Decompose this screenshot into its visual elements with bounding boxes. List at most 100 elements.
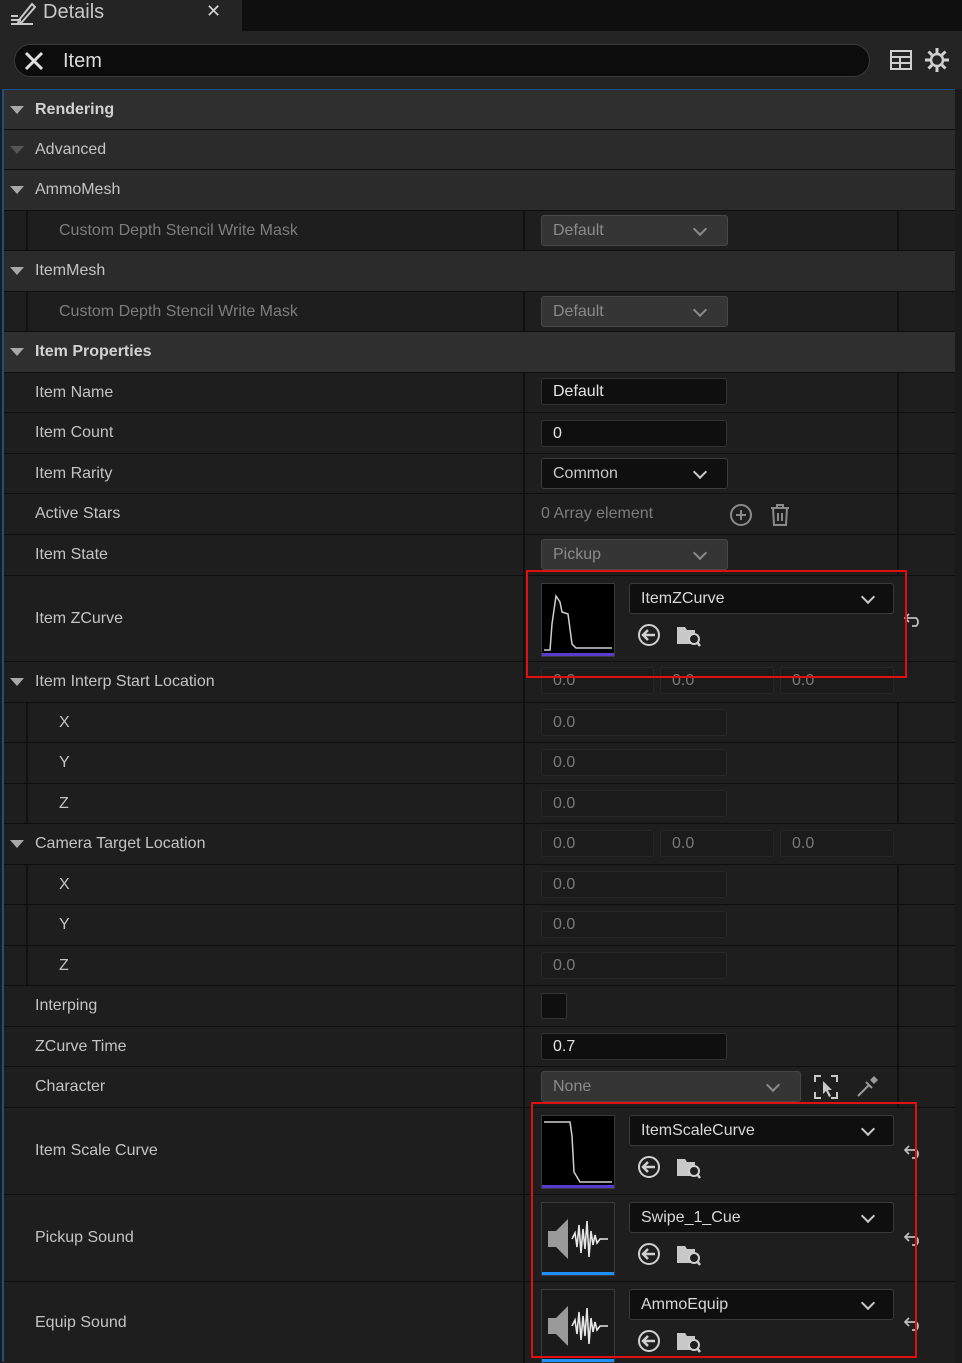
stencil-mask-dropdown[interactable]: Default xyxy=(541,215,728,246)
stencil-mask-dropdown[interactable]: Default xyxy=(541,296,728,327)
vector-z-field[interactable]: 0.0 xyxy=(780,830,894,857)
category-advanced[interactable]: Advanced xyxy=(4,130,955,170)
interping-checkbox[interactable] xyxy=(541,993,567,1019)
expand-arrow-icon[interactable] xyxy=(10,678,24,686)
character-dropdown[interactable]: None xyxy=(541,1071,801,1102)
column-divider[interactable] xyxy=(523,211,525,250)
column-divider[interactable] xyxy=(523,535,525,575)
zcurve-time-field[interactable]: 0.7 xyxy=(541,1033,727,1060)
category-ammomesh[interactable]: AmmoMesh xyxy=(4,170,955,211)
dropdown-value: Common xyxy=(553,465,618,482)
use-selected-icon[interactable] xyxy=(636,1241,662,1267)
use-selected-icon[interactable] xyxy=(636,1328,662,1354)
browse-asset-icon[interactable] xyxy=(675,1328,701,1354)
eyedropper-icon[interactable] xyxy=(854,1074,880,1100)
column-divider[interactable] xyxy=(523,494,525,534)
expand-arrow-icon[interactable] xyxy=(10,840,24,848)
column-divider[interactable] xyxy=(523,292,525,331)
expand-arrow-icon[interactable] xyxy=(10,186,24,194)
field-value: 0.0 xyxy=(553,957,576,974)
y-value-field[interactable]: 0.0 xyxy=(541,749,727,776)
column-divider[interactable] xyxy=(523,413,525,453)
column-divider[interactable] xyxy=(523,1067,525,1107)
vector-z-field[interactable]: 0.0 xyxy=(780,667,894,694)
y-value-field[interactable]: 0.0 xyxy=(541,911,727,938)
sound-thumbnail[interactable] xyxy=(541,1202,615,1276)
curve-thumbnail[interactable] xyxy=(541,583,615,657)
category-item-properties[interactable]: Item Properties xyxy=(4,332,955,373)
property-row-ammomesh-stencil: Custom Depth Stencil Write Mask Default xyxy=(4,211,955,251)
column-divider[interactable] xyxy=(523,824,525,864)
browse-asset-icon[interactable] xyxy=(675,622,701,648)
property-row-itemmesh-stencil: Custom Depth Stencil Write Mask Default xyxy=(4,292,955,332)
asset-name: ItemZCurve xyxy=(641,590,725,607)
browse-asset-icon[interactable] xyxy=(675,1241,701,1267)
column-divider[interactable] xyxy=(523,946,525,985)
item-rarity-dropdown[interactable]: Common xyxy=(541,458,728,489)
column-divider[interactable] xyxy=(523,454,525,493)
column-divider[interactable] xyxy=(523,1108,525,1194)
indent-guide xyxy=(26,784,28,823)
tab-details[interactable]: Details ✕ xyxy=(0,0,242,31)
vector-x-field[interactable]: 0.0 xyxy=(541,667,654,694)
column-divider[interactable] xyxy=(523,743,525,783)
column-divider[interactable] xyxy=(523,986,525,1026)
property-row-interp-start-z: Z 0.0 xyxy=(4,784,955,824)
use-selected-icon[interactable] xyxy=(636,1154,662,1180)
category-rendering[interactable]: Rendering xyxy=(4,90,955,130)
column-divider[interactable] xyxy=(523,1195,525,1281)
browse-asset-icon[interactable] xyxy=(675,1154,701,1180)
column-divider[interactable] xyxy=(523,865,525,904)
column-divider[interactable] xyxy=(523,662,525,702)
equip-sound-asset-picker[interactable]: AmmoEquip xyxy=(629,1289,894,1320)
column-divider[interactable] xyxy=(523,576,525,661)
pickup-sound-asset-picker[interactable]: Swipe_1_Cue xyxy=(629,1202,894,1233)
clear-search-icon[interactable] xyxy=(21,48,47,74)
expand-arrow-icon[interactable] xyxy=(10,145,24,154)
column-divider[interactable] xyxy=(523,1027,525,1066)
vector-y-field[interactable]: 0.0 xyxy=(660,830,774,857)
scale-curve-asset-picker[interactable]: ItemScaleCurve xyxy=(629,1115,894,1146)
item-state-dropdown[interactable]: Pickup xyxy=(541,539,728,570)
search-input[interactable] xyxy=(63,46,843,76)
category-itemmesh[interactable]: ItemMesh xyxy=(4,251,955,292)
vector-x-field[interactable]: 0.0 xyxy=(541,830,654,857)
table-view-icon[interactable] xyxy=(888,47,914,73)
column-divider xyxy=(897,535,899,575)
pick-actor-icon[interactable] xyxy=(813,1074,839,1100)
column-divider[interactable] xyxy=(523,905,525,945)
reset-to-default-icon[interactable] xyxy=(904,1144,924,1160)
delete-all-icon[interactable] xyxy=(767,502,793,528)
asset-name: AmmoEquip xyxy=(641,1296,729,1313)
sound-thumbnail[interactable] xyxy=(541,1289,615,1363)
column-divider[interactable] xyxy=(523,373,525,412)
settings-gear-icon[interactable] xyxy=(924,47,950,73)
item-count-field[interactable]: 0 xyxy=(541,420,727,447)
property-label: Active Stars xyxy=(35,505,121,522)
property-label: Item Scale Curve xyxy=(35,1142,158,1159)
expand-arrow-icon[interactable] xyxy=(10,267,24,275)
z-value-field[interactable]: 0.0 xyxy=(541,790,727,817)
expand-arrow-icon[interactable] xyxy=(10,105,24,114)
column-divider[interactable] xyxy=(523,1282,525,1363)
column-divider[interactable] xyxy=(523,703,525,742)
z-value-field[interactable]: 0.0 xyxy=(541,952,727,979)
use-selected-icon[interactable] xyxy=(636,622,662,648)
x-value-field[interactable]: 0.0 xyxy=(541,871,727,898)
vector-y-field[interactable]: 0.0 xyxy=(660,667,774,694)
curve-thumbnail[interactable] xyxy=(541,1115,615,1189)
expand-arrow-icon[interactable] xyxy=(10,348,24,356)
item-name-field[interactable]: Default xyxy=(541,378,727,405)
column-divider[interactable] xyxy=(523,784,525,823)
property-label: Y xyxy=(59,754,70,771)
close-icon[interactable]: ✕ xyxy=(206,2,221,20)
add-element-icon[interactable] xyxy=(728,502,754,528)
reset-to-default-icon[interactable] xyxy=(904,612,924,628)
speaker-waveform-icon xyxy=(548,1306,608,1346)
reset-to-default-icon[interactable] xyxy=(904,1231,924,1247)
category-label: Advanced xyxy=(35,140,107,158)
zcurve-asset-picker[interactable]: ItemZCurve xyxy=(629,583,894,614)
x-value-field[interactable]: 0.0 xyxy=(541,709,727,736)
asset-name: Swipe_1_Cue xyxy=(641,1209,741,1226)
reset-to-default-icon[interactable] xyxy=(904,1316,924,1332)
